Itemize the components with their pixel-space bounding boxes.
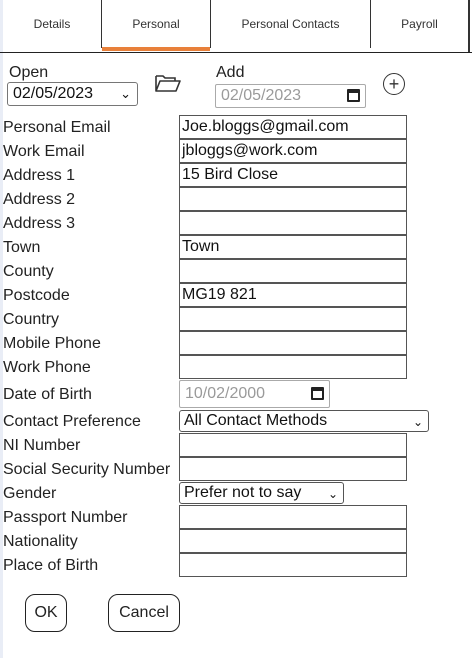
tab-bar: Details Personal Personal Contacts Payro… — [0, 0, 472, 53]
work-phone-label: Work Phone — [3, 359, 91, 376]
address1-label: Address 1 — [3, 167, 76, 184]
county-field[interactable] — [179, 259, 407, 283]
gender-select[interactable]: Prefer not to say ⌄ — [179, 482, 344, 504]
ok-button[interactable]: OK — [25, 594, 67, 632]
work-phone-field[interactable] — [179, 355, 407, 379]
add-date-value: 02/05/2023 — [221, 87, 302, 104]
work-email-field[interactable]: jbloggs@work.com — [179, 139, 407, 163]
town-field[interactable]: Town — [179, 235, 407, 259]
address1-field[interactable]: 15 Bird Close — [179, 163, 407, 187]
dob-label: Date of Birth — [3, 386, 92, 403]
gender-label: Gender — [3, 485, 57, 502]
tab-payroll[interactable]: Payroll — [371, 0, 468, 48]
tab-payroll-label: Payroll — [401, 17, 438, 31]
country-label: Country — [3, 311, 60, 328]
address2-label: Address 2 — [3, 191, 76, 208]
tab-personal-contacts[interactable]: Personal Contacts — [211, 0, 371, 48]
postcode-label: Postcode — [3, 287, 70, 304]
nationality-label: Nationality — [3, 533, 78, 550]
open-date-value: 02/05/2023 — [13, 85, 94, 102]
work-email-label: Work Email — [3, 143, 85, 160]
tab-personal[interactable]: Personal — [101, 0, 211, 51]
nationality-field[interactable] — [179, 529, 407, 553]
gender-value: Prefer not to say — [184, 484, 302, 501]
tab-personal-contacts-label: Personal Contacts — [241, 17, 340, 31]
ssn-field[interactable] — [179, 457, 407, 481]
place-of-birth-field[interactable] — [179, 553, 407, 577]
place-of-birth-label: Place of Birth — [3, 557, 99, 574]
personal-email-field[interactable]: Joe.bloggs@gmail.com — [179, 115, 407, 139]
town-label: Town — [3, 239, 41, 256]
county-label: County — [3, 263, 54, 280]
chevron-down-icon: ⌄ — [327, 487, 338, 501]
ssn-label: Social Security Number — [3, 461, 171, 478]
calendar-icon — [311, 387, 324, 400]
tab-details-label: Details — [33, 17, 71, 31]
dob-value: 10/02/2000 — [185, 385, 266, 402]
dob-input[interactable]: 10/02/2000 — [179, 380, 330, 408]
open-date-select[interactable]: 02/05/2023 ⌄ — [7, 82, 138, 106]
contact-preference-label: Contact Preference — [3, 413, 141, 430]
address3-field[interactable] — [179, 211, 407, 235]
address3-label: Address 3 — [3, 215, 76, 232]
address2-field[interactable] — [179, 187, 407, 211]
folder-open-icon[interactable] — [154, 72, 182, 94]
ni-number-field[interactable] — [179, 433, 407, 457]
chevron-down-icon: ⌄ — [120, 86, 131, 101]
ni-number-label: NI Number — [3, 437, 81, 454]
mobile-phone-field[interactable] — [179, 331, 407, 355]
passport-number-label: Passport Number — [3, 509, 128, 526]
add-date-input[interactable]: 02/05/2023 — [215, 84, 366, 108]
postcode-field[interactable]: MG19 821 — [179, 283, 407, 307]
contact-preference-select[interactable]: All Contact Methods ⌄ — [179, 410, 429, 432]
tab-details[interactable]: Details — [3, 0, 101, 48]
mobile-phone-label: Mobile Phone — [3, 335, 101, 352]
tab-bar-right-border — [468, 0, 470, 52]
add-circle-icon[interactable]: + — [383, 73, 405, 95]
chevron-down-icon: ⌄ — [412, 415, 423, 429]
add-label: Add — [216, 64, 245, 81]
passport-number-field[interactable] — [179, 505, 407, 529]
personal-email-label: Personal Email — [3, 119, 111, 136]
tab-personal-label: Personal — [132, 17, 180, 31]
open-label: Open — [9, 64, 49, 81]
cancel-button[interactable]: Cancel — [108, 594, 180, 632]
calendar-icon — [347, 89, 360, 102]
contact-preference-value: All Contact Methods — [184, 412, 328, 429]
country-field[interactable] — [179, 307, 407, 331]
